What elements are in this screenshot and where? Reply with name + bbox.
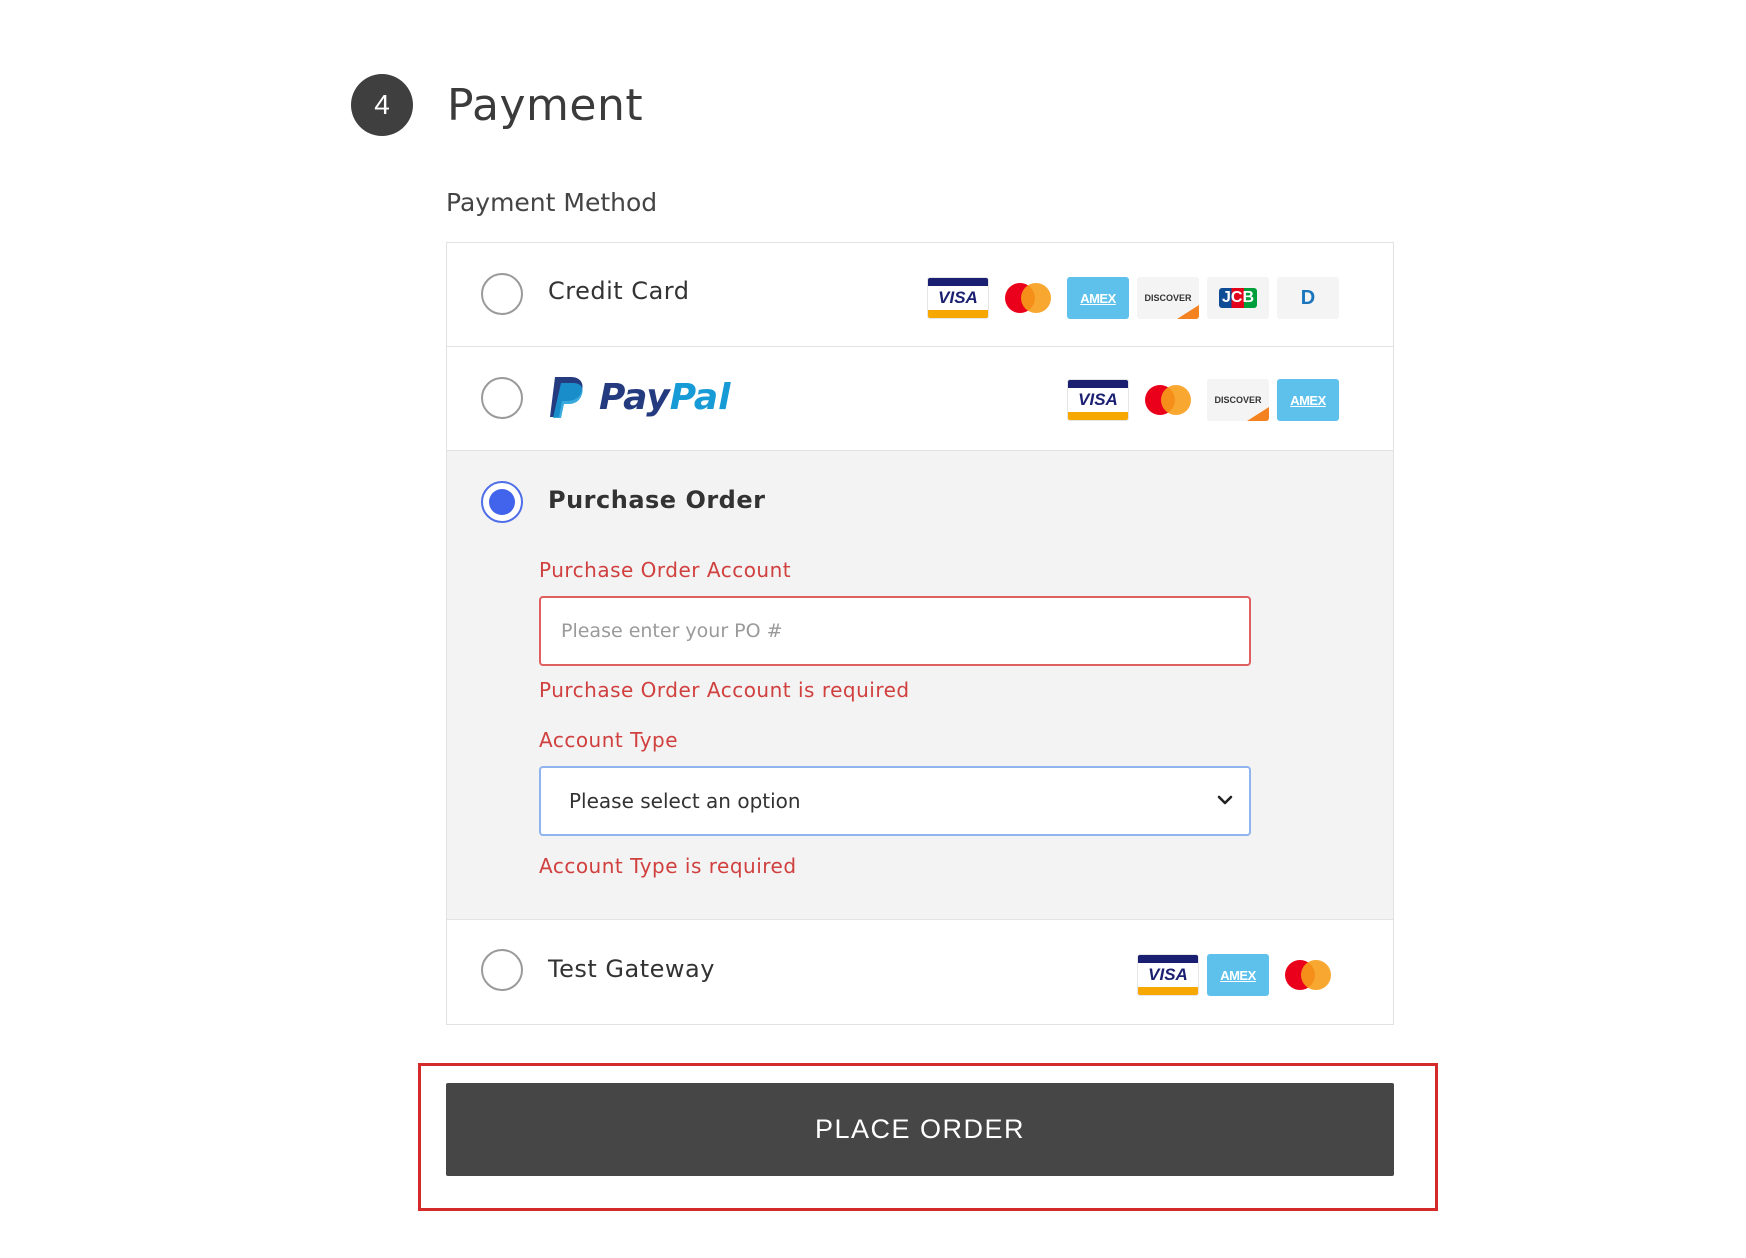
purchase-order-radio[interactable] [481, 481, 523, 523]
paypal-logo: PayPal [547, 375, 730, 419]
page-title: Payment [447, 79, 644, 131]
payment-method-label: Payment Method [446, 188, 658, 217]
mastercard-icon [1277, 954, 1339, 996]
amex-icon: AMEX [1277, 379, 1339, 421]
purchase-order-label: Purchase Order [548, 486, 766, 514]
paypal-p-icon [550, 377, 583, 418]
account-type-select[interactable]: Please select an option [539, 766, 1251, 836]
credit-card-label: Credit Card [548, 277, 690, 305]
test-gateway-radio[interactable] [481, 949, 523, 991]
payment-option-paypal[interactable]: PayPal VISA DISCOVER AMEX [447, 347, 1393, 451]
account-type-error: Account Type is required [539, 854, 797, 878]
credit-card-logos: VISA AMEX DISCOVER JCB D [927, 277, 1339, 319]
visa-icon: VISA [927, 277, 989, 319]
payment-option-credit-card[interactable]: Credit Card VISA AMEX DISCOVER JCB D [447, 243, 1393, 347]
test-gateway-label: Test Gateway [548, 955, 715, 983]
place-order-button[interactable]: PLACE ORDER [446, 1083, 1394, 1176]
mastercard-icon [1137, 379, 1199, 421]
payment-option-test-gateway[interactable]: Test Gateway VISA AMEX [447, 920, 1393, 1024]
payment-option-purchase-order[interactable]: Purchase Order Purchase Order Account Pu… [447, 451, 1393, 920]
discover-icon: DISCOVER [1137, 277, 1199, 319]
step-header: 4 Payment [351, 74, 643, 136]
credit-card-radio[interactable] [481, 273, 523, 315]
mastercard-icon [997, 277, 1059, 319]
po-account-label: Purchase Order Account [539, 558, 792, 582]
jcb-icon: JCB [1207, 277, 1269, 319]
test-gateway-card-logos: VISA AMEX [1137, 954, 1339, 996]
step-number-badge: 4 [351, 74, 413, 136]
visa-icon: VISA [1137, 954, 1199, 996]
account-type-label: Account Type [539, 728, 679, 752]
visa-icon: VISA [1067, 379, 1129, 421]
po-account-error: Purchase Order Account is required [539, 678, 910, 702]
payment-methods-list: Credit Card VISA AMEX DISCOVER JCB D Pay… [446, 242, 1394, 1025]
diners-club-icon: D [1277, 277, 1339, 319]
paypal-card-logos: VISA DISCOVER AMEX [1067, 379, 1339, 421]
chevron-down-icon [1217, 795, 1233, 805]
account-type-value: Please select an option [569, 789, 801, 813]
discover-icon: DISCOVER [1207, 379, 1269, 421]
po-account-input[interactable] [539, 596, 1251, 666]
paypal-wordmark: PayPal [599, 376, 731, 418]
paypal-radio[interactable] [481, 377, 523, 419]
amex-icon: AMEX [1067, 277, 1129, 319]
amex-icon: AMEX [1207, 954, 1269, 996]
